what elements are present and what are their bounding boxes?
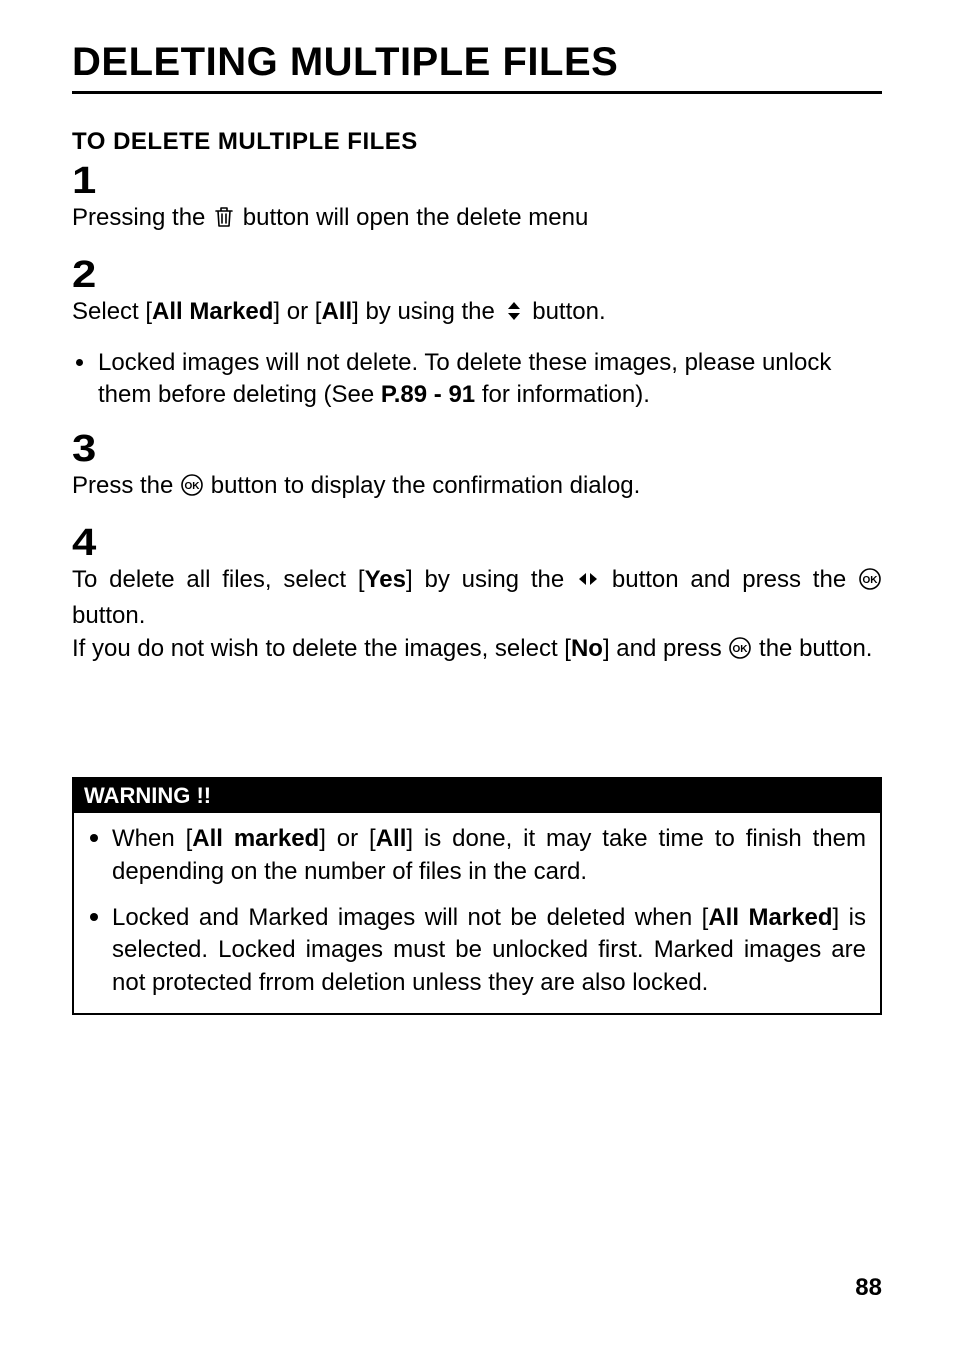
step-1-text-pre: Pressing the (72, 204, 212, 231)
w1-b2: All (376, 825, 407, 852)
step-2-pre: Select [ (72, 298, 152, 325)
warning-header: WARNING !! (74, 779, 880, 813)
w1-mid: ] or [ (319, 825, 375, 852)
step-4-l1-mid: ] by using the (406, 566, 576, 593)
step-1-body: Pressing the button will open the delete… (72, 202, 882, 238)
ok-icon (180, 473, 204, 506)
page-title: DELETING MULTIPLE FILES (72, 40, 882, 94)
step-2-mid2: ] by using the (352, 298, 501, 325)
w2-pre: Locked and Marked images will not be del… (112, 904, 708, 931)
warning-box: WARNING !! When [All marked] or [All] is… (72, 777, 882, 1015)
step-2-b2: All (321, 298, 352, 325)
step-2-sub-post: for information). (475, 381, 650, 408)
step-3-body: Press the button to display the confirma… (72, 470, 882, 506)
step-3-pre: Press the (72, 472, 180, 499)
step-2-sub-bold: P.89 - 91 (381, 381, 475, 408)
step-number-3: 3 (72, 430, 954, 468)
leftright-icon (576, 567, 600, 600)
w1-pre: When [ (112, 825, 192, 852)
w1-b1: All marked (192, 825, 319, 852)
trash-icon (212, 205, 236, 238)
step-2-sub-item: Locked images will not delete. To delete… (72, 347, 882, 412)
updown-icon (502, 299, 526, 332)
step-4-l2-pre: If you do not wish to delete the images,… (72, 635, 571, 662)
step-number-2: 2 (72, 256, 954, 294)
ok-icon (728, 636, 752, 669)
step-4-l2-post: the button. (759, 635, 872, 662)
section-title: TO DELETE MULTIPLE FILES (72, 128, 882, 156)
step-4-l1-b: Yes (365, 566, 406, 593)
ok-icon (858, 567, 882, 600)
step-1-text-post: button will open the delete menu (243, 204, 589, 231)
step-4-l1-post: button. (72, 602, 145, 629)
step-2-b1: All Marked (152, 298, 273, 325)
step-number-1: 1 (72, 162, 954, 200)
step-4-l1-pre: To delete all files, select [ (72, 566, 365, 593)
step-2-post: button. (532, 298, 605, 325)
step-4-line-1: To delete all files, select [Yes] by usi… (72, 564, 882, 633)
step-number-4: 4 (72, 524, 954, 562)
step-2-sublist: Locked images will not delete. To delete… (72, 347, 882, 412)
step-2-mid1: ] or [ (273, 298, 321, 325)
w2-b1: All Marked (708, 904, 832, 931)
step-3-post: button to display the confirmation dialo… (211, 472, 641, 499)
step-4-l2-b: No (571, 635, 603, 662)
warning-item-1: When [All marked] or [All] is done, it m… (88, 823, 866, 888)
step-2-body: Select [All Marked] or [All] by using th… (72, 296, 882, 332)
warning-body: When [All marked] or [All] is done, it m… (74, 813, 880, 1013)
page-number: 88 (855, 1274, 882, 1302)
step-4-l1-mid2: button and press the (612, 566, 858, 593)
step-4-l2-mid: ] and press (603, 635, 728, 662)
warning-item-2: Locked and Marked images will not be del… (88, 902, 866, 999)
step-4-line-2: If you do not wish to delete the images,… (72, 633, 882, 669)
